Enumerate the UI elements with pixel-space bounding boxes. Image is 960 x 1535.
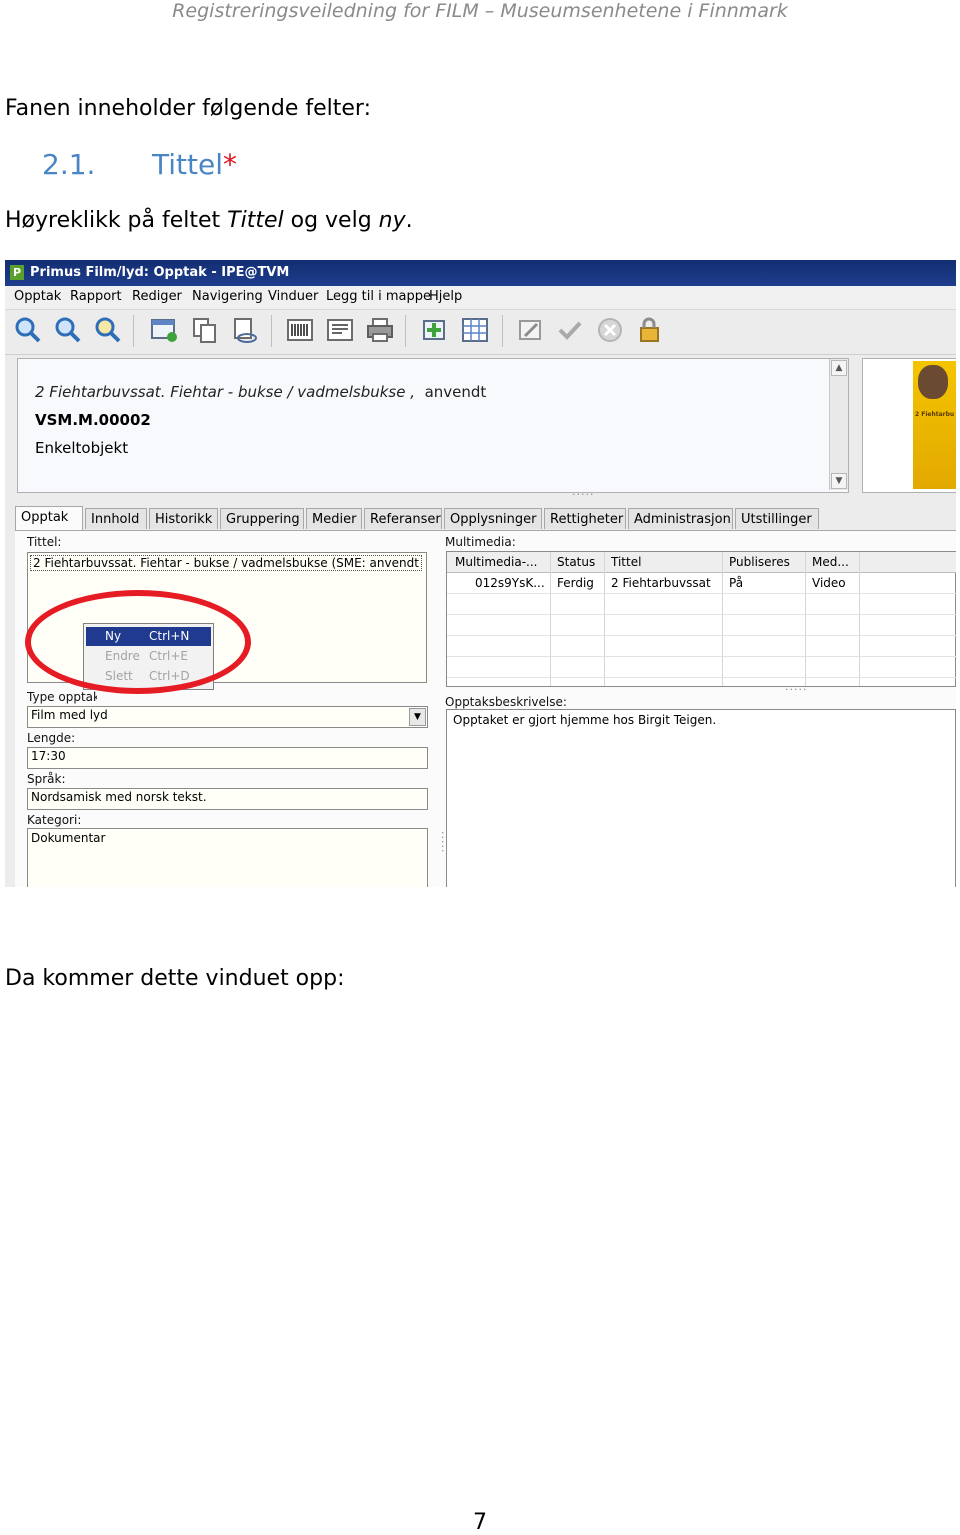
tittel-label: Tittel: — [27, 535, 62, 549]
cell-publiseres: På — [729, 576, 744, 590]
type-opptak-label: Type opptak: — [27, 690, 97, 704]
menu-opptak[interactable]: Opptak — [14, 289, 61, 304]
cell-medium: Video — [812, 576, 846, 590]
lengde-field[interactable]: 17:30 — [27, 747, 428, 769]
tab-utstillinger[interactable]: Utstillinger — [735, 508, 819, 529]
label-icon[interactable] — [326, 316, 354, 344]
tittel-value: 2 Fiehtarbuvssat. Fiehtar - bukse / vadm… — [30, 555, 422, 571]
link-icon[interactable] — [231, 316, 259, 344]
type-opptak-select[interactable]: Film med lyd ▼ — [27, 706, 428, 728]
tab-medier[interactable]: Medier — [306, 508, 362, 529]
section-number: 2.1. — [42, 148, 96, 181]
poster-face-image — [918, 365, 948, 399]
primus-logo-icon: P — [10, 265, 24, 280]
tab-administrasjon[interactable]: Administrasjon — [628, 508, 733, 529]
table-row[interactable]: 012s9YsK... Ferdig 2 Fiehtarbuvssat På V… — [447, 573, 955, 593]
cell-status: Ferdig — [557, 576, 594, 590]
menu-hjelp[interactable]: Hjelp — [429, 289, 462, 304]
sprak-label: Språk: — [27, 772, 66, 786]
required-mark: * — [222, 148, 237, 181]
grid-icon[interactable] — [461, 316, 489, 344]
toolbar — [5, 310, 956, 355]
copy-icon[interactable] — [191, 316, 219, 344]
advanced-search-icon[interactable] — [94, 316, 122, 344]
app-screenshot: P Primus Film/lyd: Opptak - IPE@TVM Oppt… — [5, 260, 956, 887]
page-header: Registreringsveiledning for FILM – Museu… — [172, 0, 788, 22]
tab-rettigheter[interactable]: Rettigheter — [544, 508, 626, 529]
thumbnail-image[interactable]: 2 Fiehtarbu — [862, 358, 956, 493]
summary-title: 2 Fiehtarbuvssat. Fiehtar - bukse / vadm… — [35, 383, 487, 401]
barcode-icon[interactable] — [286, 316, 314, 344]
page-number: 7 — [473, 1510, 487, 1535]
record-summary-panel: 2 Fiehtarbuvssat. Fiehtar - bukse / vadm… — [17, 358, 849, 493]
multimedia-table: Multimedia-... Status Tittel Publiseres … — [446, 551, 956, 687]
section-title: Tittel* — [152, 148, 237, 181]
zoom-icon[interactable] — [54, 316, 82, 344]
splitter-handle[interactable]: ····· — [572, 488, 594, 501]
column-status[interactable]: Status — [557, 555, 595, 569]
sprak-field[interactable]: Nordsamisk med norsk tekst. — [27, 788, 428, 810]
tab-referanser[interactable]: Referanser — [364, 508, 442, 529]
multimedia-label: Multimedia: — [445, 535, 516, 549]
intro-text: Fanen inneholder følgende felter: — [5, 96, 371, 121]
multimedia-header-row: Multimedia-... Status Tittel Publiseres … — [447, 552, 956, 573]
menu-navigering[interactable]: Navigering — [192, 289, 263, 304]
new-record-icon[interactable] — [150, 316, 178, 344]
cell-multimedia-id: 012s9YsK... — [475, 576, 545, 590]
tab-content: Tittel: 2 Fiehtarbuvssat. Fiehtar - buks… — [15, 530, 956, 887]
menu-vinduer[interactable]: Vinduer — [268, 289, 318, 304]
tab-historikk[interactable]: Historikk — [149, 508, 218, 529]
cancel-icon[interactable] — [596, 316, 624, 344]
menu-rapport[interactable]: Rapport — [70, 289, 122, 304]
column-tittel[interactable]: Tittel — [611, 555, 641, 569]
column-publiseres[interactable]: Publiseres — [729, 555, 790, 569]
lock-icon[interactable] — [635, 316, 663, 344]
opptaksbeskrivelse-field[interactable]: Opptaket er gjort hjemme hos Birgit Teig… — [446, 709, 956, 887]
right-splitter-handle[interactable]: ····· — [785, 683, 807, 696]
scroll-up-icon[interactable]: ▲ — [831, 360, 847, 376]
summary-status: anvendt — [424, 383, 487, 401]
tab-bar: Opptak Innhold Historikk Gruppering Medi… — [15, 506, 956, 530]
summary-identifier: VSM.M.00002 — [35, 411, 151, 429]
print-icon[interactable] — [366, 316, 394, 344]
section-heading: 2.1. Tittel* — [0, 148, 960, 184]
search-icon[interactable] — [14, 316, 42, 344]
chevron-down-icon[interactable]: ▼ — [409, 708, 426, 726]
column-medium[interactable]: Med... — [812, 555, 849, 569]
kategori-field[interactable]: Dokumentar — [27, 828, 428, 887]
window-title: Primus Film/lyd: Opptak - IPE@TVM — [30, 265, 290, 280]
tab-innhold[interactable]: Innhold — [85, 508, 147, 529]
kategori-label: Kategori: — [27, 813, 82, 827]
add-icon[interactable] — [421, 316, 449, 344]
instruction-text: Høyreklikk på feltet Tittel og velg ny. — [5, 208, 413, 233]
menu-rediger[interactable]: Rediger — [132, 289, 182, 304]
menu-legg-til-i-mappe[interactable]: Legg til i mappe — [326, 289, 431, 304]
poster-caption: 2 Fiehtarbu — [915, 411, 955, 418]
highlight-circle — [25, 590, 251, 694]
summary-type: Enkeltobjekt — [35, 439, 129, 457]
scroll-down-icon[interactable]: ▼ — [831, 473, 847, 489]
window-titlebar: P Primus Film/lyd: Opptak - IPE@TVM — [5, 260, 956, 286]
opptaksbeskrivelse-label: Opptaksbeskrivelse: — [445, 695, 567, 709]
menu-bar: Opptak Rapport Rediger Navigering Vindue… — [5, 286, 956, 310]
check-icon[interactable] — [556, 316, 584, 344]
cell-tittel: 2 Fiehtarbuvssat — [611, 576, 711, 590]
tab-gruppering[interactable]: Gruppering — [220, 508, 304, 529]
summary-scrollbar[interactable]: ▲ ▼ — [829, 359, 848, 490]
tab-opptak[interactable]: Opptak — [15, 506, 83, 530]
after-text: Da kommer dette vinduet opp: — [5, 966, 345, 991]
tab-opplysninger[interactable]: Opplysninger — [444, 508, 542, 529]
column-multimedia[interactable]: Multimedia-... — [455, 555, 537, 569]
edit-icon[interactable] — [517, 316, 545, 344]
lengde-label: Lengde: — [27, 731, 76, 745]
